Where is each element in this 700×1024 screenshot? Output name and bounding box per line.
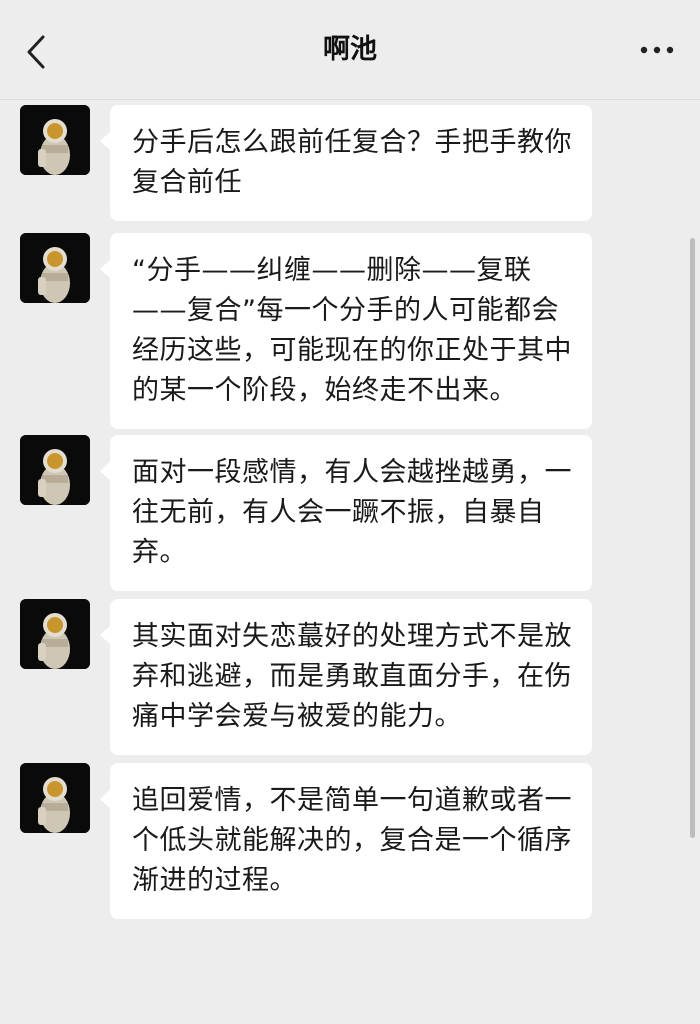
message-bubble[interactable]: 面对一段感情，有人会越挫越勇，一往无前，有人会一蹶不振，自暴自弃。	[100, 435, 592, 591]
astronaut-avatar-icon	[20, 435, 90, 505]
avatar[interactable]	[20, 233, 90, 303]
scrollbar[interactable]	[690, 238, 695, 838]
message-row: 面对一段感情，有人会越挫越勇，一往无前，有人会一蹶不振，自暴自弃。	[20, 433, 600, 591]
message-bubble[interactable]: 其实面对失恋蕞好的处理方式不是放弃和逃避，而是勇敢直面分手，在伤痛中学会爱与被爱…	[100, 599, 592, 755]
more-button[interactable]	[632, 30, 682, 70]
message-bubble[interactable]: “分手——纠缠——删除——复联——复合”每一个分手的人可能都会经历这些，可能现在…	[100, 233, 592, 429]
avatar[interactable]	[20, 435, 90, 505]
astronaut-avatar-icon	[20, 233, 90, 303]
message-row: 追回爱情，不是简单一句道歉或者一个低头就能解决的，复合是一个循序渐进的过程。	[20, 761, 600, 919]
astronaut-avatar-icon	[20, 105, 90, 175]
more-dots-icon	[640, 46, 674, 54]
message-list[interactable]: 分手后怎么跟前任复合？手把手教你复合前任 “分手——纠缠——删除——复联——复合…	[0, 101, 700, 1024]
astronaut-avatar-icon	[20, 763, 90, 833]
chat-title: 啊池	[323, 34, 377, 65]
message-bubble[interactable]: 分手后怎么跟前任复合？手把手教你复合前任	[100, 105, 592, 221]
avatar[interactable]	[20, 599, 90, 669]
astronaut-avatar-icon	[20, 599, 90, 669]
message-row: “分手——纠缠——删除——复联——复合”每一个分手的人可能都会经历这些，可能现在…	[20, 231, 600, 429]
avatar[interactable]	[20, 763, 90, 833]
chat-header: 啊池	[0, 0, 700, 100]
avatar[interactable]	[20, 105, 90, 175]
message-row: 分手后怎么跟前任复合？手把手教你复合前任	[20, 103, 600, 221]
message-bubble[interactable]: 追回爱情，不是简单一句道歉或者一个低头就能解决的，复合是一个循序渐进的过程。	[100, 763, 592, 919]
message-row: 其实面对失恋蕞好的处理方式不是放弃和逃避，而是勇敢直面分手，在伤痛中学会爱与被爱…	[20, 597, 600, 755]
